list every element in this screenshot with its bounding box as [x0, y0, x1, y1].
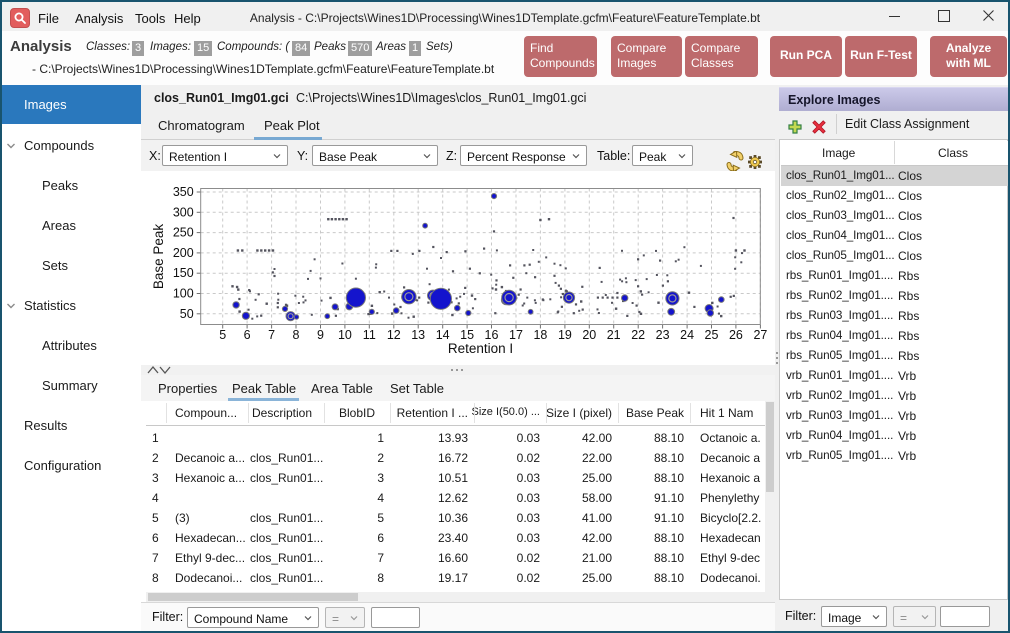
svg-text:Base Peak: Base Peak — [151, 224, 166, 290]
svg-text:18: 18 — [533, 328, 547, 342]
svg-text:300: 300 — [173, 205, 194, 219]
svg-text:350: 350 — [173, 185, 194, 199]
svg-text:22: 22 — [631, 328, 645, 342]
svg-text:24: 24 — [680, 328, 694, 342]
svg-text:8: 8 — [293, 328, 300, 342]
svg-text:5: 5 — [219, 328, 226, 342]
svg-text:7: 7 — [268, 328, 275, 342]
svg-text:23: 23 — [656, 328, 670, 342]
svg-text:200: 200 — [173, 246, 194, 260]
svg-text:6: 6 — [244, 328, 251, 342]
svg-text:100: 100 — [173, 287, 194, 301]
svg-text:15: 15 — [460, 328, 474, 342]
svg-text:12: 12 — [387, 328, 401, 342]
svg-text:13: 13 — [411, 328, 425, 342]
svg-text:20: 20 — [582, 328, 596, 342]
svg-text:10: 10 — [338, 328, 352, 342]
svg-text:17: 17 — [509, 328, 523, 342]
svg-text:21: 21 — [607, 328, 621, 342]
svg-text:11: 11 — [363, 328, 376, 342]
svg-text:Retention I: Retention I — [448, 341, 513, 356]
svg-text:250: 250 — [173, 226, 194, 240]
svg-text:9: 9 — [317, 328, 324, 342]
svg-text:14: 14 — [436, 328, 450, 342]
svg-text:19: 19 — [558, 328, 572, 342]
svg-text:50: 50 — [180, 307, 194, 321]
svg-text:27: 27 — [753, 328, 767, 342]
svg-text:150: 150 — [173, 266, 194, 280]
svg-text:25: 25 — [705, 328, 719, 342]
svg-text:26: 26 — [729, 328, 743, 342]
svg-text:16: 16 — [485, 328, 499, 342]
